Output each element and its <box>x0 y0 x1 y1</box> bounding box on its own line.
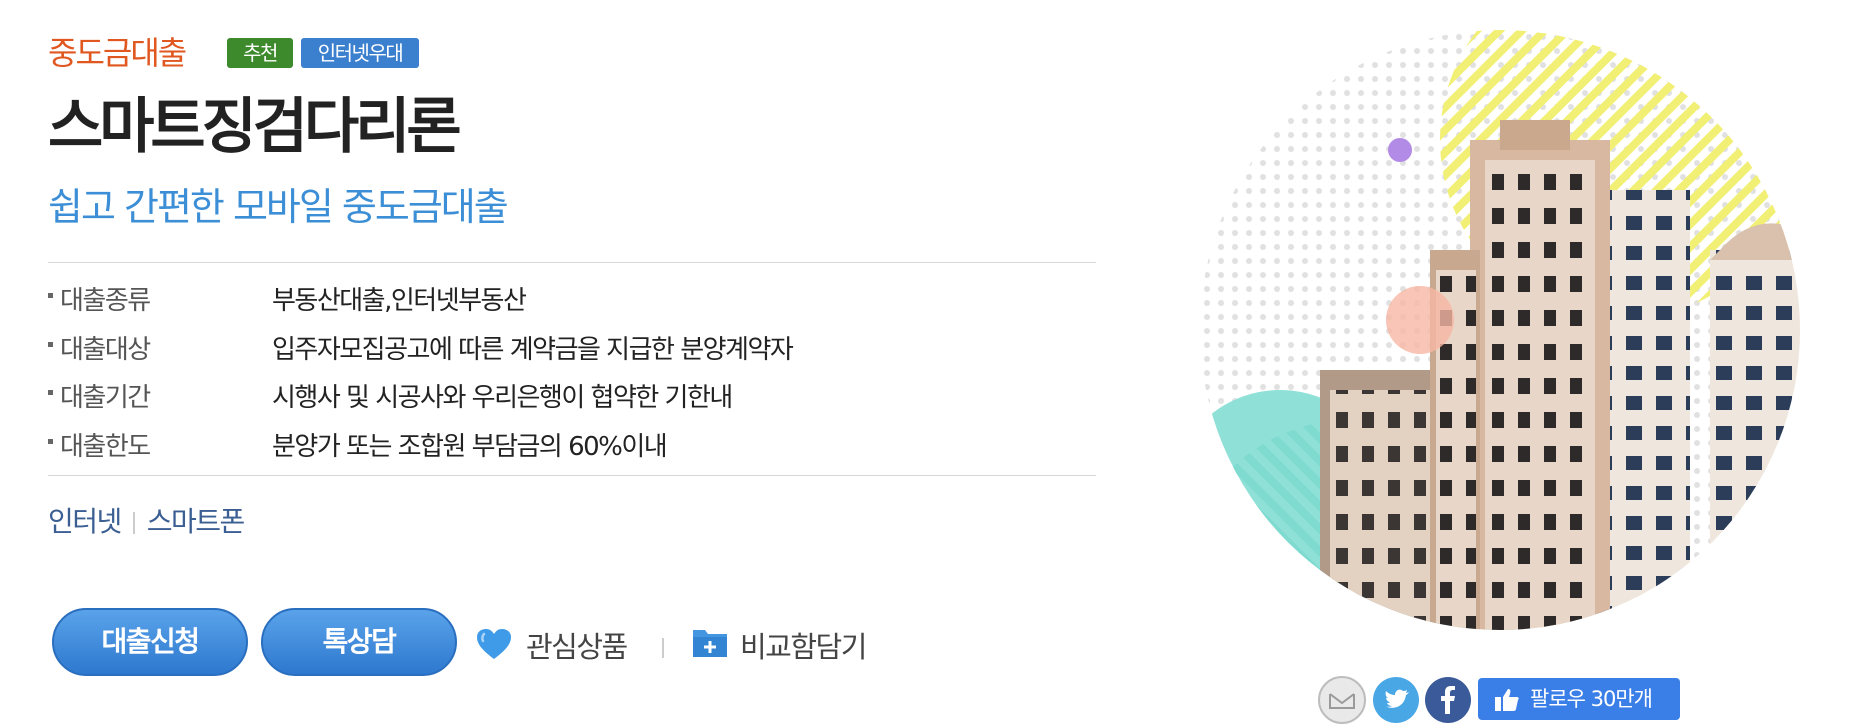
info-value: 시행사 및 시공사와 우리은행이 협약한 기한내 <box>272 383 733 413</box>
apartment-illustration <box>1200 30 1800 630</box>
channel-separator <box>132 512 135 534</box>
info-value: 분양가 또는 조합원 부담금의 60%이내 <box>272 432 668 462</box>
add-to-compare-link[interactable]: 비교함담기 <box>740 624 867 666</box>
info-value: 부동산대출,인터넷부동산 <box>272 286 527 316</box>
info-row-loan-target: 대출대상 입주자모집공고에 따른 계약금을 지급한 분양계약자 <box>48 327 1096 365</box>
product-category: 중도금대출 <box>48 34 187 72</box>
interest-product-link[interactable]: 관심상품 <box>526 624 628 666</box>
badge-internet-preferred: 인터넷우대 <box>301 38 419 68</box>
info-label: 대출종류 <box>60 286 151 316</box>
info-row-loan-period: 대출기간 시행사 및 시공사와 우리은행이 협약한 기한내 <box>48 375 1096 413</box>
bullet-icon <box>48 390 53 395</box>
bullet-icon <box>48 293 53 298</box>
talk-consult-button[interactable]: 톡상담 <box>261 608 457 676</box>
info-label: 대출기간 <box>60 383 151 413</box>
channel-smartphone: 스마트폰 <box>146 505 246 538</box>
info-row-loan-type: 대출종류 부동산대출,인터넷부동산 <box>48 278 1096 316</box>
info-row-loan-limit: 대출한도 분양가 또는 조합원 부담금의 60%이내 <box>48 424 1096 462</box>
badge-recommended: 추천 <box>227 38 293 68</box>
product-title: 스마트징검다리론 <box>48 92 462 162</box>
action-separator <box>662 638 664 658</box>
heart-icon[interactable] <box>476 628 512 660</box>
bullet-icon <box>48 342 53 347</box>
channel-list: 인터넷 스마트폰 <box>48 500 246 540</box>
facebook-share-icon[interactable] <box>1424 676 1472 724</box>
info-label: 대출한도 <box>60 432 151 462</box>
bullet-icon <box>48 439 53 444</box>
divider-bottom <box>48 475 1096 476</box>
mail-share-icon[interactable] <box>1318 676 1366 724</box>
follow-count-label: 팔로우 30만개 <box>1530 687 1653 711</box>
thumbs-up-icon <box>1495 689 1519 711</box>
product-subtitle: 쉽고 간편한 모바일 중도금대출 <box>48 185 509 229</box>
compare-folder-icon[interactable] <box>692 626 728 658</box>
channel-internet: 인터넷 <box>48 505 122 538</box>
divider-top <box>48 262 1096 263</box>
facebook-follow-button[interactable]: 팔로우 30만개 <box>1478 678 1680 720</box>
info-label: 대출대상 <box>60 335 151 365</box>
loan-apply-button[interactable]: 대출신청 <box>52 608 248 676</box>
twitter-share-icon[interactable] <box>1372 676 1420 724</box>
info-value: 입주자모집공고에 따른 계약금을 지급한 분양계약자 <box>272 335 794 365</box>
